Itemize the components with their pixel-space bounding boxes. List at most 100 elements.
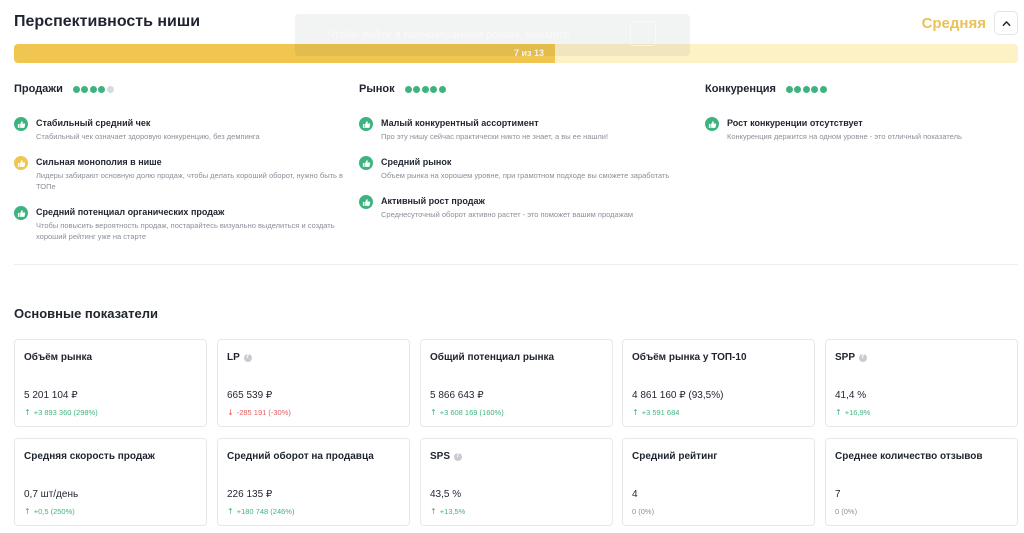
metric-value: 43,5 % [430,489,462,500]
trend-arrow-icon: ↑ [24,507,31,516]
score-dot [89,85,97,93]
niche-header: Перспективность ниши Средняя [14,11,1018,37]
metric-label-text: Общий потенциал рынка [430,352,555,363]
collapse-button[interactable] [994,11,1018,35]
trend-arrow-icon: ↑ [835,408,842,417]
info-icon[interactable] [859,353,868,362]
metric-card: SPS 43,5 % ↑+13,5% [420,438,613,526]
metric-card: Объём рынка 5 201 104 ₽ ↑ +3 893 360 (298… [14,339,207,427]
metrics-section-title: Основные показатели [14,306,158,321]
thumbs-up-icon [705,117,719,131]
trend-arrow-icon: ↑ [430,408,437,417]
metric-delta-text: +3 893 360 (298%) [33,408,98,417]
chevron-up-icon [1002,20,1010,26]
metric-delta-text: -285 191 (-30%) [236,408,291,417]
metric-delta: ↑ +3 893 360 (298%) [24,408,98,417]
trend-arrow-icon: ↑ [632,408,639,417]
page-title: Перспективность ниши [14,13,201,30]
progress-fill [14,44,555,63]
factor-title: Сильная монополия в нише [36,157,162,167]
metric-delta: ↑ +13,5% [430,507,465,516]
column-title: Конкуренция [705,83,776,95]
metric-delta-text: +0,5 (250%) [33,507,75,516]
column-market: Рынок Малый конкурентный ассортимент Про… [359,83,689,220]
niche-rating: Средняя [921,15,986,32]
factor-description: Стабильный чек означает здоровую конкуре… [36,132,260,141]
factor-item: Рост конкуренции отсутствует Конкуренция… [705,117,1024,142]
trend-arrow-icon: ↑ [227,507,234,516]
metric-card: Средняя скорость продаж 0,7 шт/день ↑ +0,… [14,438,207,526]
metric-label-text: Средний рейтинг [632,451,718,462]
factor-description: Конкуренция держится на одном уровне - э… [727,132,962,141]
metric-card: LP 665 539 ₽ ↓-285 191 (-30%) [217,339,410,427]
metric-label: Объём рынка у ТОП-10 [632,352,747,363]
factor-title: Малый конкурентный ассортимент [381,118,539,128]
metric-label: Средняя скорость продаж [24,451,155,462]
score-dot [72,85,80,93]
score-dot [81,85,89,93]
factor-item: Малый конкурентный ассортимент Про эту н… [359,117,689,142]
metric-delta: ↑ +16,9% [835,408,870,417]
metric-value: 41,4 % [835,390,867,401]
metric-delta: ↑ +3 591 684 [632,408,679,417]
metric-value: 0,7 шт/день [24,489,79,500]
metric-label-text: LP [227,352,240,363]
metric-delta: ↑ +180 748 (246%) [227,507,294,516]
score-dot [794,85,802,93]
score-dot [802,85,810,93]
info-icon[interactable] [454,452,463,461]
metric-label: LP [227,352,252,363]
metric-card: Средний оборот на продавца 226 135 ₽ ↑ +1… [217,438,410,526]
score-dots [72,85,116,93]
factor-item: Средний рынок Объем рынка на хорошем уро… [359,156,689,181]
metric-delta-text: 0 (0%) [835,507,858,516]
trend-arrow-icon: ↑ [430,507,437,516]
metric-card: Средний рейтинг 4 0 (0%) [622,438,815,526]
section-divider [14,264,1018,265]
metric-delta-text: 0 (0%) [632,507,655,516]
metric-label-text: Объём рынка у ТОП-10 [632,352,747,363]
metric-delta-text: +3 608 169 (160%) [439,408,504,417]
thumbs-up-icon [14,156,28,170]
metric-label: Общий потенциал рынка [430,352,554,363]
column-competition: Конкуренция Рост конкуренции отсутствует… [705,83,1024,142]
factor-description: Объем рынка на хорошем уровне, при грамо… [381,171,670,180]
score-dot [98,85,106,93]
factor-title: Активный рост продаж [381,196,485,206]
trend-arrow-icon: ↓ [227,408,234,417]
factor-description: Про эту нишу сейчас практически никто не… [381,132,609,141]
score-dot [438,85,446,93]
metric-delta: ↑ +3 608 169 (160%) [430,408,504,417]
metric-label: Объём рынка [24,352,92,363]
factor-description: Среднесуточный оборот активно растет - э… [381,210,634,219]
niche-progress-bar: 7 из 13 [14,44,1018,63]
factor-description: Чтобы повысить вероятность продаж, поста… [36,221,335,241]
metric-delta-text: +3 591 684 [641,408,680,417]
metric-label-text: Средняя скорость продаж [24,451,155,462]
score-dot [413,85,421,93]
progress-label: 7 из 13 [514,48,545,58]
metric-delta: ↑ +0,5 (250%) [24,507,75,516]
thumbs-up-icon [359,117,373,131]
metric-delta: 0 (0%) [835,507,857,516]
metric-card: Общий потенциал рынка 5 866 643 ₽ ↑ +3 60… [420,339,613,427]
score-dots [785,85,829,93]
info-icon[interactable] [243,353,252,362]
metric-label: Среднее количество отзывов [835,451,983,462]
metric-value: 226 135 ₽ [227,489,273,500]
metric-label-text: SPS [430,451,451,462]
score-dot [430,85,438,93]
score-dot [106,85,114,93]
factor-title: Стабильный средний чек [36,118,151,128]
column-sales: Продажи Стабильный средний чек Стабильны… [14,83,344,242]
score-dot [785,85,793,93]
metric-value: 665 539 ₽ [227,390,273,401]
score-dot [421,85,429,93]
factor-description: Лидеры забирают основную долю продаж, чт… [36,171,344,191]
thumbs-up-icon [14,206,28,220]
thumbs-up-icon [359,195,373,209]
metric-card: SPP 41,4 % ↑+16,9% [825,339,1018,427]
metric-value: 5 201 104 ₽ [24,390,78,401]
thumbs-up-icon [359,156,373,170]
factor-item: Стабильный средний чек Стабильный чек оз… [14,117,344,142]
